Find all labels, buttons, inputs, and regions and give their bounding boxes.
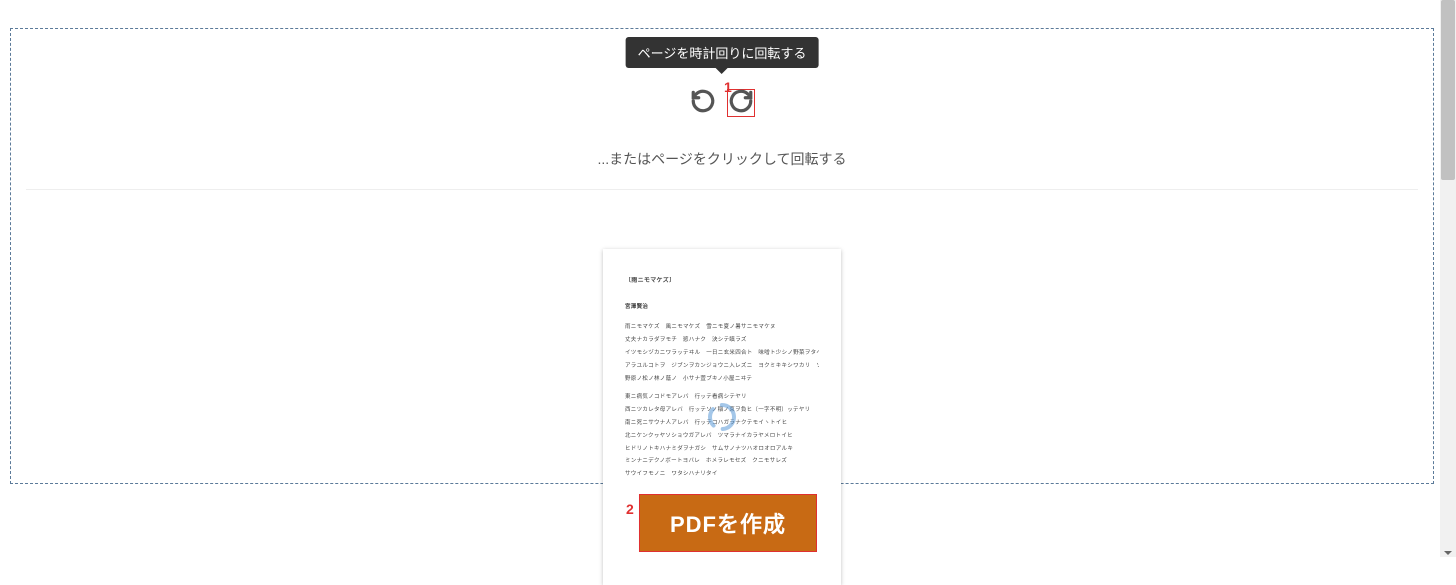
doc-line: サウイフモノニ ワタシハナリタイ xyxy=(625,470,819,479)
dropzone-area: ページを時計回りに回転する 1 ...またはページをクリックして回転する xyxy=(10,28,1434,484)
doc-line: ヒドリノトキハナミダヲナガシ サムサノナツハオロオロアルキ xyxy=(625,445,819,454)
tooltip-text: ページを時計回りに回転する xyxy=(638,46,807,61)
rotate-ccw-icon xyxy=(690,88,716,119)
rotate-counterclockwise-button[interactable] xyxy=(689,89,717,117)
rotate-clockwise-tooltip: ページを時計回りに回転する xyxy=(626,37,819,68)
doc-author: 宮澤賢治 xyxy=(625,303,819,312)
scrollbar-thumb[interactable] xyxy=(1441,0,1455,180)
doc-line: 北ニケンクヮヤソショウガアレバ ツマラナイカラヤメロトイヒ xyxy=(625,432,819,441)
doc-line: 雨ニモマケズ 風ニモマケズ 雪ニモ夏ノ暑サニモマケヌ xyxy=(625,323,819,332)
doc-line: ミンナニデクノボートヨバレ ホメラレモセズ クニモサレズ xyxy=(625,457,819,466)
doc-line: 野原ノ松ノ林ノ蔭ノ 小サナ萓ブキノ小屋ニヰテ xyxy=(625,375,819,384)
create-pdf-label: PDFを作成 xyxy=(670,512,786,537)
rotate-controls xyxy=(689,89,755,117)
separator-line xyxy=(26,189,1418,190)
create-pdf-button[interactable]: PDFを作成 xyxy=(639,494,817,552)
scrollbar-track[interactable] xyxy=(1440,0,1456,557)
annotation-marker-2: 2 xyxy=(626,501,634,517)
doc-line: アラユルコトヲ ジブンヲカンジョウニ入レズニ ヨクミキキシワカリ ソシテワスレズ xyxy=(625,362,819,371)
annotation-marker-1: 1 xyxy=(724,79,732,95)
loading-spinner-icon xyxy=(706,401,738,433)
doc-line: 丈夫ナカラダヲモチ 慾ハナク 決シテ瞋ラズ xyxy=(625,336,819,345)
doc-line: イツモシヅカニワラッテヰル 一日ニ玄米四合ト 味噌ト少シノ野菜ヲタベ xyxy=(625,349,819,358)
hint-text: ...またはページをクリックして回転する xyxy=(598,149,847,169)
doc-title: 〔雨ニモマケズ〕 xyxy=(625,277,819,287)
scroll-down-arrow[interactable] xyxy=(1443,545,1453,555)
